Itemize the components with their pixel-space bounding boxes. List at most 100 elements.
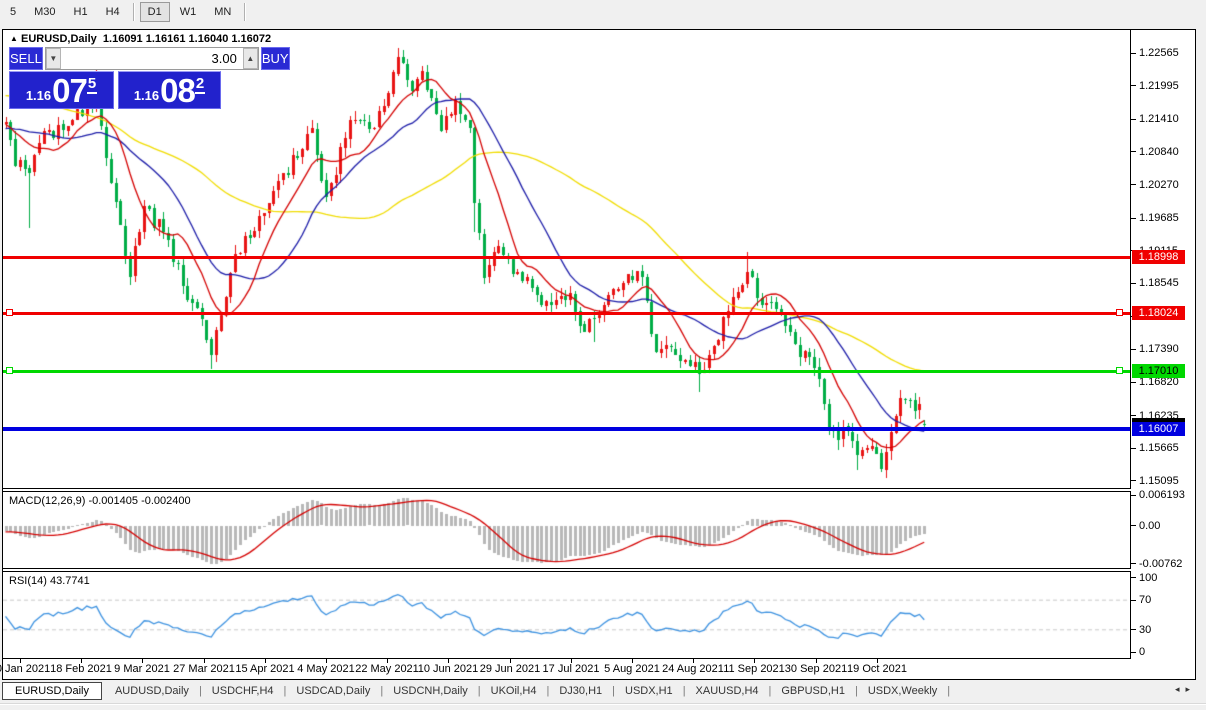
timeframe-toolbar: 5M30H1H4 D1W1MN [0, 0, 1206, 24]
volume-increase-button[interactable]: ▲ [243, 48, 258, 69]
tab-eurusd-daily[interactable]: EURUSD,Daily [2, 682, 102, 700]
timeframe-button-m30[interactable]: M30 [26, 2, 63, 22]
rsi-tick-dash [1131, 577, 1136, 578]
date-label: 22 May 2021 [355, 663, 419, 675]
tab-separator: | [612, 685, 615, 697]
macd-axis-tick: 0.00 [1139, 520, 1195, 532]
date-label: 9 Mar 2021 [114, 663, 170, 675]
sell-price-prefix: 1.16 [26, 88, 51, 103]
timeframe-button-h4[interactable]: H4 [98, 2, 128, 22]
tab-usdchf-h4[interactable]: USDCHF,H4 [203, 683, 283, 699]
status-bar-divider [0, 703, 1206, 705]
tab-audusd-daily[interactable]: AUDUSD,Daily [106, 683, 198, 699]
hline-handle-left[interactable] [6, 309, 13, 316]
macd-axis-tick: 0.006193 [1139, 489, 1195, 501]
hline-1.18024[interactable] [3, 312, 1130, 315]
chart-ohlc-values: 1.16091 1.16161 1.16040 1.16072 [103, 33, 271, 45]
date-label: 24 Aug 2021 [662, 663, 724, 675]
hline-handle-right[interactable] [1116, 367, 1123, 374]
price-tick-dash [1131, 349, 1136, 350]
buy-price-prefix: 1.16 [134, 88, 159, 103]
price-tick-dash [1131, 480, 1136, 481]
toolbar-separator [133, 3, 135, 21]
date-label: 4 May 2021 [297, 663, 354, 675]
chart-tab-bar: EURUSD,DailyAUDUSD,Daily|USDCHF,H4|USDCA… [2, 681, 1196, 701]
timeframe-button-mn[interactable]: MN [206, 2, 239, 22]
price-axis-tick: 1.22565 [1139, 47, 1195, 59]
hline-price-label-1.18998: 1.18998 [1132, 250, 1185, 264]
timeframe-button-d1[interactable]: D1 [140, 2, 170, 22]
hline-1.16007[interactable] [3, 427, 1130, 431]
tab-separator: | [947, 685, 950, 697]
sell-button[interactable]: SELL [9, 47, 43, 70]
price-tick-dash [1131, 382, 1136, 383]
price-tick-dash [1131, 415, 1136, 416]
buy-price-button[interactable]: 1.16082 [118, 71, 221, 109]
timeframe-button-w1[interactable]: W1 [172, 2, 205, 22]
chart-symbol-label: EURUSD,Daily [21, 33, 97, 45]
macd-axis-tick: -0.00762 [1139, 558, 1195, 570]
tab-usdx-h1[interactable]: USDX,H1 [616, 683, 682, 699]
price-tick-dash [1131, 283, 1136, 284]
price-tick-dash [1131, 218, 1136, 219]
price-axis-tick: 1.18545 [1139, 277, 1195, 289]
price-axis-tick: 1.21410 [1139, 113, 1195, 125]
price-axis-tick: 1.21995 [1139, 80, 1195, 92]
date-label: 11 Sep 2021 [723, 663, 785, 675]
date-label: 5 Aug 2021 [604, 663, 660, 675]
price-axis-tick: 1.15095 [1139, 475, 1195, 487]
tab-dj30-h1[interactable]: DJ30,H1 [550, 683, 611, 699]
tab-scroll-left-icon[interactable]: ◂ [1175, 684, 1186, 694]
macd-tick-dash [1131, 525, 1136, 526]
timeframe-button-h1[interactable]: H1 [66, 2, 96, 22]
rsi-axis-tick: 30 [1139, 624, 1195, 636]
tab-xauusd-h4[interactable]: XAUUSD,H4 [687, 683, 768, 699]
sell-price-big-digits: 07 [52, 74, 87, 108]
rsi-indicator-panel: RSI(14) 43.7741 [2, 571, 1131, 659]
tab-separator: | [199, 685, 202, 697]
sell-price-pip-digit: 5 [87, 75, 97, 94]
sell-price-button[interactable]: 1.16075 [9, 71, 114, 109]
rsi-axis-tick: 70 [1139, 594, 1195, 606]
rsi-axis-tick: 0 [1139, 646, 1195, 658]
collapse-triangle-icon[interactable]: ▲ [10, 34, 18, 43]
volume-decrease-button[interactable]: ▼ [46, 48, 61, 69]
date-label: 17 Jul 2021 [543, 663, 600, 675]
tab-separator: | [284, 685, 287, 697]
price-tick-dash [1131, 53, 1136, 54]
timeframe-button-5[interactable]: 5 [2, 2, 24, 22]
price-tick-dash [1131, 85, 1136, 86]
hline-price-label-1.18024: 1.18024 [1132, 306, 1185, 320]
tab-usdx-weekly[interactable]: USDX,Weekly [859, 683, 946, 699]
tab-usdcad-daily[interactable]: USDCAD,Daily [287, 683, 379, 699]
tab-separator: | [683, 685, 686, 697]
date-label: 27 Mar 2021 [173, 663, 235, 675]
tab-separator: | [769, 685, 772, 697]
date-label: 29 Jun 2021 [480, 663, 541, 675]
tab-gbpusd-h1[interactable]: GBPUSD,H1 [772, 683, 854, 699]
date-label: 10 Jun 2021 [418, 663, 479, 675]
hline-handle-right[interactable] [1116, 309, 1123, 316]
date-label: 18 Feb 2021 [50, 663, 112, 675]
price-tick-dash [1131, 448, 1136, 449]
price-axis-tick: 1.15665 [1139, 442, 1195, 454]
date-label: 19 Oct 2021 [847, 663, 907, 675]
price-axis-tick: 1.20840 [1139, 146, 1195, 158]
rsi-label: RSI(14) 43.7741 [9, 575, 90, 587]
tab-separator: | [855, 685, 858, 697]
hline-1.17010[interactable] [3, 370, 1130, 373]
hline-handle-left[interactable] [6, 367, 13, 374]
tab-ukoil-h4[interactable]: UKOil,H4 [482, 683, 546, 699]
hline-price-label-1.17010: 1.17010 [1132, 364, 1185, 378]
rsi-canvas[interactable] [3, 572, 1130, 658]
buy-button[interactable]: BUY [261, 47, 290, 70]
buy-price-big-digits: 08 [160, 74, 195, 108]
tab-scroll-right-icon[interactable]: ▸ [1185, 684, 1196, 694]
macd-tick-dash [1131, 563, 1136, 564]
price-tick-dash [1131, 119, 1136, 120]
tab-usdcnh-daily[interactable]: USDCNH,Daily [384, 683, 477, 699]
volume-input[interactable] [61, 48, 243, 69]
date-label: 15 Apr 2021 [235, 663, 294, 675]
hline-1.18998[interactable] [3, 256, 1130, 259]
date-label: 30 Sep 2021 [785, 663, 847, 675]
